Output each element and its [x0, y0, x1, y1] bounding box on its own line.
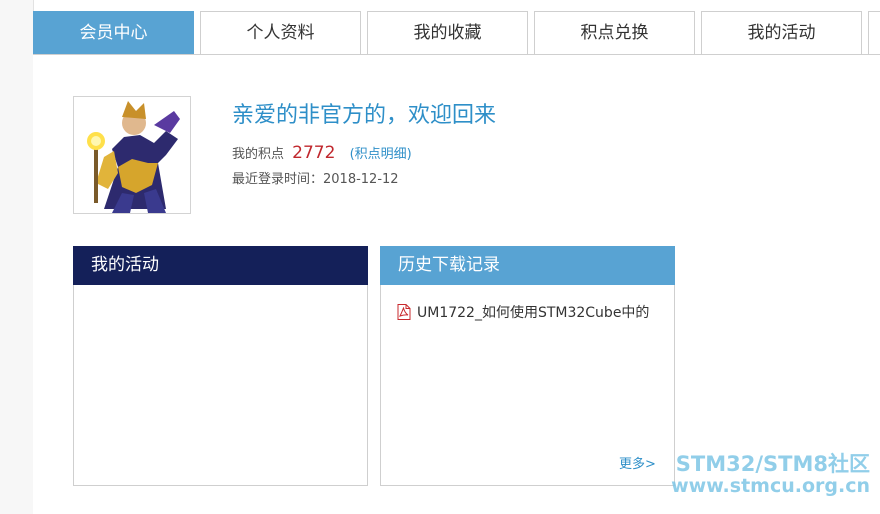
left-gutter — [0, 0, 34, 514]
pdf-icon — [397, 303, 411, 320]
welcome-message: 亲爱的非官方的，欢迎回来 — [232, 103, 497, 128]
download-item[interactable]: UM1722_如何使用STM32Cube中的 — [397, 302, 649, 322]
avatar-image — [74, 97, 190, 213]
tab-my-activities[interactable]: 我的活动 — [701, 11, 862, 54]
tab-bar: 会员中心 个人资料 我的收藏 积点兑换 我的活动 — [33, 11, 880, 55]
watermark-line1: STM32/STM8社区 — [675, 452, 870, 476]
avatar — [73, 96, 191, 214]
more-link[interactable]: 更多> — [619, 453, 656, 472]
tab-profile[interactable]: 个人资料 — [200, 11, 361, 54]
watermark-line2: www.stmcu.org.cn — [671, 475, 870, 498]
downloads-panel-title: 历史下载记录 — [380, 246, 675, 285]
paren-close: ) — [406, 147, 412, 162]
member-center-page: 会员中心 个人资料 我的收藏 积点兑换 我的活动 亲爱的非官方的，欢迎回来 我的… — [0, 0, 880, 514]
tab-overflow[interactable] — [868, 11, 880, 54]
points-row: 我的积点 2772 (积点明细) — [232, 143, 412, 163]
points-detail-label: 积点明细 — [354, 147, 407, 162]
watermark: STM32/STM8社区 www.stmcu.org.cn — [671, 452, 870, 498]
tab-favorites[interactable]: 我的收藏 — [367, 11, 528, 54]
downloads-panel: 历史下载记录 UM1722_如何使用STM32Cube中的 更多> — [380, 246, 675, 486]
last-login: 最近登录时间：2018-12-12 — [232, 172, 399, 187]
points-label: 我的积点 — [232, 147, 285, 162]
activity-panel: 我的活动 — [73, 246, 368, 486]
tab-points-exchange[interactable]: 积点兑换 — [534, 11, 695, 54]
download-item-name: UM1722_如何使用STM32Cube中的 — [417, 305, 650, 321]
tab-member-center[interactable]: 会员中心 — [33, 11, 194, 54]
points-value: 2772 — [292, 143, 336, 163]
points-detail-link[interactable]: (积点明细) — [350, 147, 412, 162]
activity-panel-title: 我的活动 — [73, 246, 368, 285]
